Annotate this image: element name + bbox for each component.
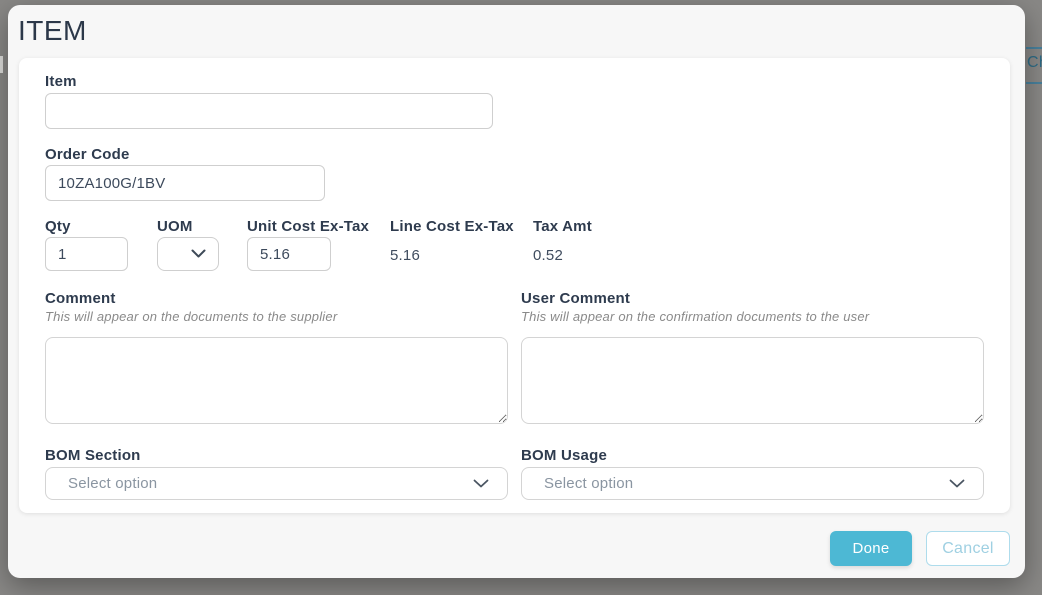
user-comment-label: User Comment [521,290,630,307]
item-form-card: Item Order Code Qty UOM Unit Cost Ex-Tax… [19,58,1010,513]
tax-amt-value: 0.52 [533,247,563,264]
item-dialog: ITEM Item Order Code Qty UOM Unit Cost E… [8,5,1025,578]
chevron-down-icon [473,475,489,493]
line-cost-label: Line Cost Ex-Tax [390,218,514,235]
done-button[interactable]: Done [830,531,912,566]
item-label: Item [45,73,77,90]
unit-cost-input[interactable] [247,237,331,271]
bom-section-select[interactable]: Select option [45,467,508,500]
bom-section-placeholder: Select option [68,475,157,492]
chevron-down-icon [949,475,965,493]
tax-amt-label: Tax Amt [533,218,592,235]
background-edge-element [0,56,3,73]
background-table-border [1026,82,1042,84]
user-comment-textarea[interactable] [521,337,984,424]
cancel-button[interactable]: Cancel [926,531,1010,566]
comment-helper-text: This will appear on the documents to the… [45,309,337,324]
comment-label: Comment [45,290,116,307]
bom-section-label: BOM Section [45,447,141,464]
bom-usage-placeholder: Select option [544,475,633,492]
bom-usage-select[interactable]: Select option [521,467,984,500]
comment-textarea[interactable] [45,337,508,424]
item-input[interactable] [45,93,493,129]
chevron-down-icon [191,245,206,263]
uom-label: UOM [157,218,193,235]
uom-select[interactable] [157,237,219,271]
background-partial-link: Ch [1027,54,1042,72]
order-code-input[interactable] [45,165,325,201]
bom-usage-label: BOM Usage [521,447,607,464]
user-comment-helper-text: This will appear on the confirmation doc… [521,309,869,324]
qty-label: Qty [45,218,71,235]
dialog-title: ITEM [18,15,87,47]
line-cost-value: 5.16 [390,247,420,264]
background-table-border [1026,47,1042,49]
order-code-label: Order Code [45,146,130,163]
unit-cost-label: Unit Cost Ex-Tax [247,218,369,235]
qty-input[interactable] [45,237,128,271]
